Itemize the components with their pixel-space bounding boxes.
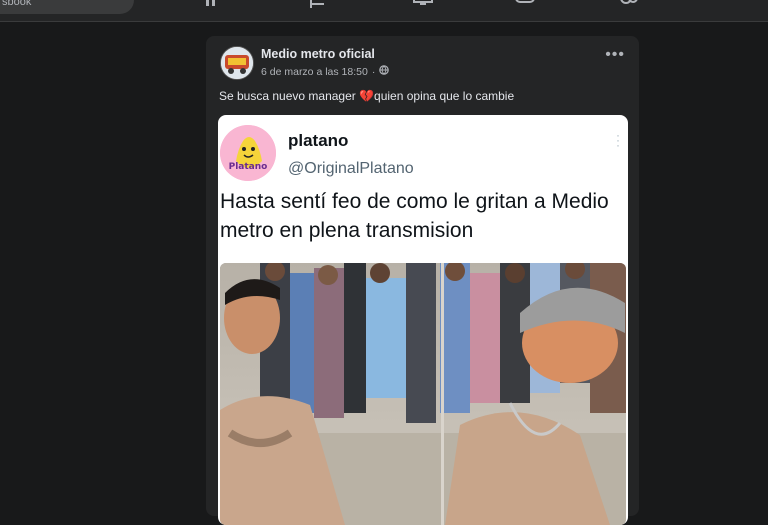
embedded-tweet-image[interactable]: Platano platano @OriginalPlatano · · · Has… bbox=[218, 115, 628, 525]
caption-text-end: quien opina que lo cambie bbox=[374, 89, 515, 103]
video-icon[interactable] bbox=[203, 0, 225, 10]
tweet-display-name: platano bbox=[288, 131, 349, 150]
top-bar: sbook bbox=[0, 0, 768, 22]
tweet-handle: @OriginalPlatano bbox=[288, 160, 414, 177]
flag-icon[interactable] bbox=[307, 0, 329, 10]
search-bar[interactable]: sbook bbox=[0, 0, 134, 14]
svg-text:Platano: Platano bbox=[229, 162, 268, 172]
groups-icon[interactable] bbox=[618, 0, 640, 10]
page-avatar[interactable] bbox=[220, 46, 254, 80]
page-name[interactable]: Medio metro oficial bbox=[261, 47, 375, 61]
tweet-avatar: Platano bbox=[220, 125, 276, 181]
tweet-more-icon: · · · bbox=[616, 128, 620, 152]
post-timestamp[interactable]: 6 de marzo a las 18:50 bbox=[261, 66, 368, 78]
post-caption: Se busca nuevo manager 💔quien opina que … bbox=[219, 89, 514, 103]
more-options-button[interactable]: ••• bbox=[605, 47, 625, 63]
gaming-icon[interactable] bbox=[514, 0, 536, 10]
tweet-photo bbox=[220, 263, 626, 525]
post-meta: 6 de marzo a las 18:50 · bbox=[261, 65, 390, 78]
broken-heart-icon: 💔 bbox=[359, 89, 375, 103]
globe-icon bbox=[379, 65, 390, 78]
caption-text-start: Se busca nuevo manager bbox=[219, 89, 360, 103]
marketplace-icon[interactable] bbox=[412, 0, 434, 10]
tweet-text: Hasta sentí feo de como le gritan a Medi… bbox=[220, 190, 609, 242]
post-card: Medio metro oficial 6 de marzo a las 18:… bbox=[206, 36, 639, 525]
search-text: sbook bbox=[2, 0, 32, 8]
